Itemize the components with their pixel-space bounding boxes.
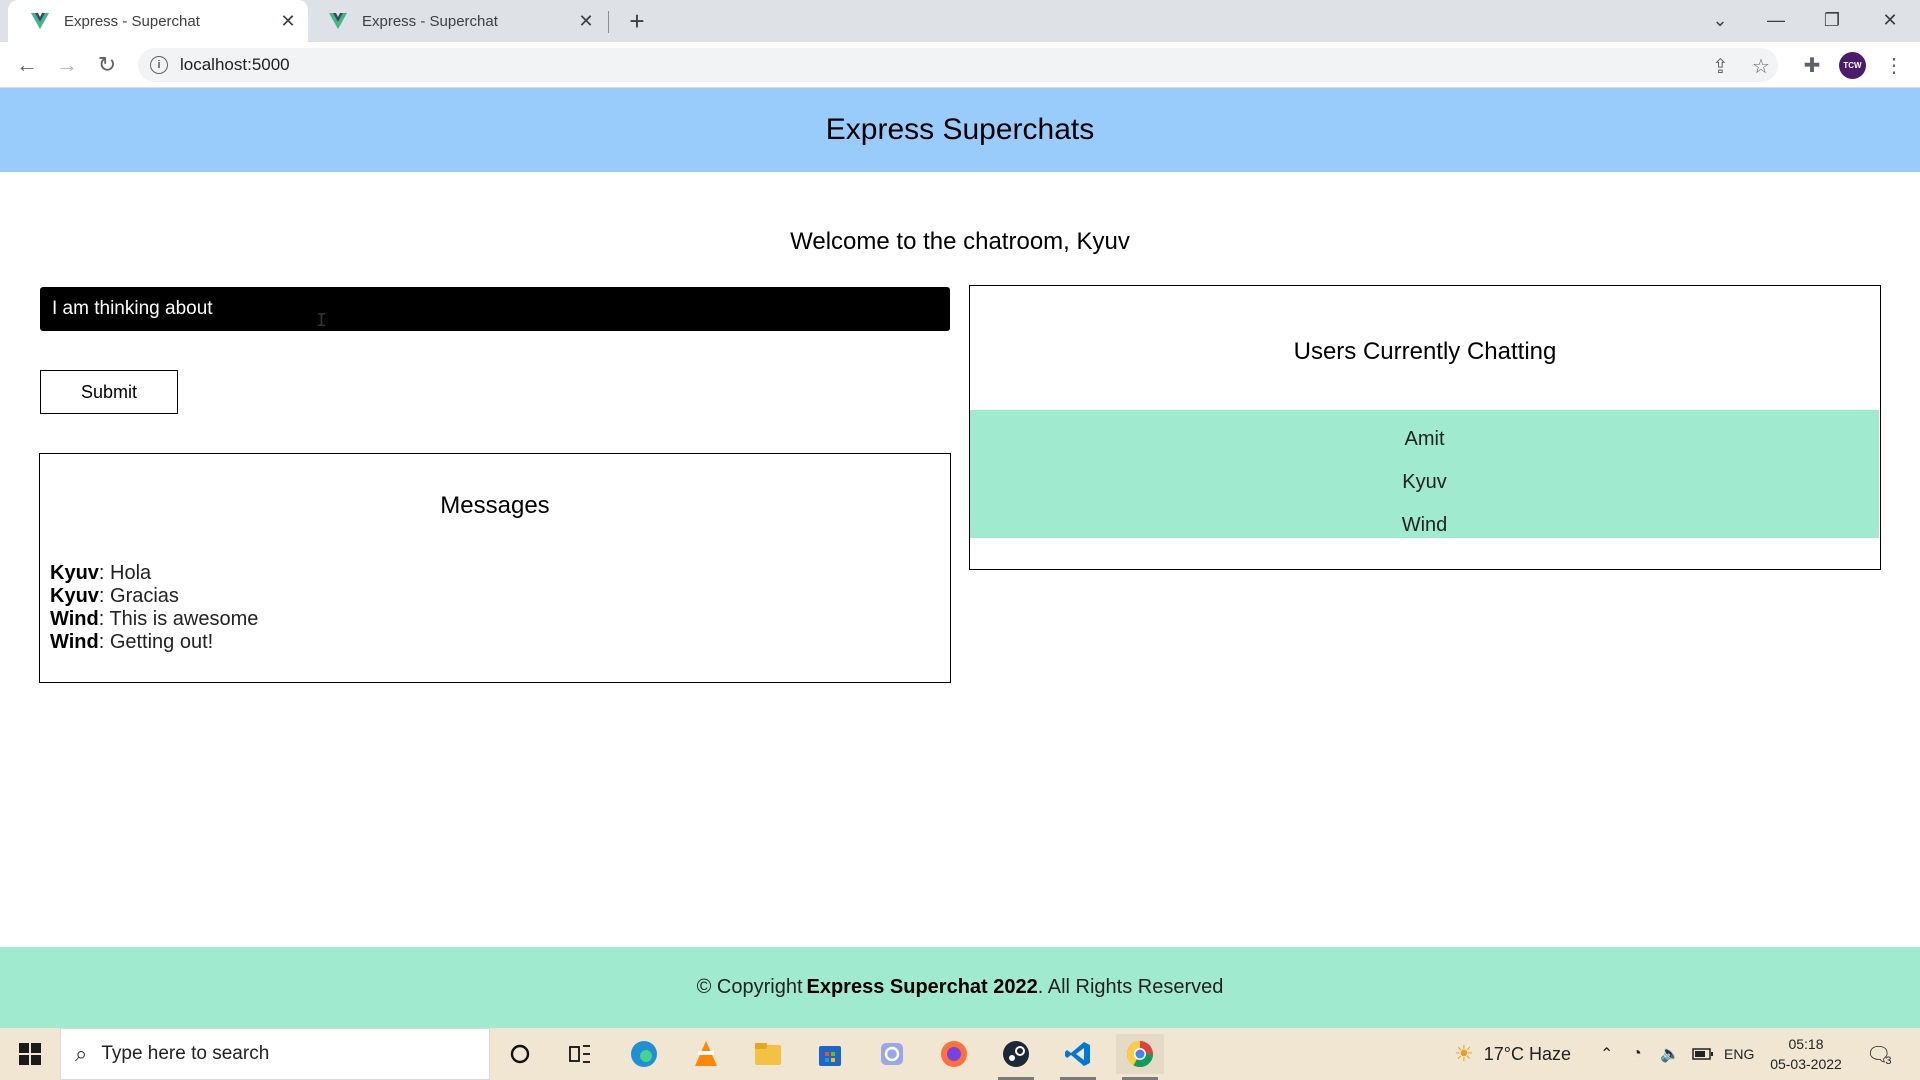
submit-button[interactable]: Submit xyxy=(40,370,178,414)
tab-title: Express - Superchat xyxy=(362,12,498,30)
message-text: : This is awesome xyxy=(98,608,259,630)
volume-icon[interactable]: 🔈 xyxy=(1660,1028,1680,1080)
welcome-text: Welcome to the chatroom, Kyuv xyxy=(790,228,1130,255)
clock-date: 05-03-2022 xyxy=(1770,1056,1842,1072)
steam-icon[interactable] xyxy=(992,1034,1040,1080)
weather-widget[interactable]: ☀ 17°C Haze xyxy=(1454,1028,1571,1080)
user-list: Amit Kyuv Wind xyxy=(970,410,1879,538)
notification-count: 3 xyxy=(1885,1055,1892,1067)
taskbar-search-box[interactable]: ⌕ Type here to search xyxy=(60,1028,490,1080)
firefox-icon[interactable] xyxy=(930,1034,978,1074)
message-item: Kyuv: Gracias xyxy=(50,585,258,608)
file-explorer-icon[interactable] xyxy=(744,1034,792,1074)
vscode-icon[interactable] xyxy=(1054,1034,1102,1080)
task-view-icon[interactable] xyxy=(556,1034,604,1074)
message-item: Kyuv: Hola xyxy=(50,562,258,585)
chrome-menu-icon[interactable]: ⋮ xyxy=(1880,51,1908,79)
browser-toolbar: ← → ↻ i localhost:5000 ⇪ ☆ ✚ TCW ⋮ xyxy=(0,42,1920,88)
weather-text: 17°C Haze xyxy=(1483,1043,1571,1064)
back-icon[interactable]: ← xyxy=(12,50,42,80)
chrome-icon[interactable] xyxy=(1116,1034,1164,1080)
message-author: Kyuv xyxy=(50,585,99,607)
url-text[interactable]: localhost:5000 xyxy=(180,55,290,75)
share-icon[interactable]: ⇪ xyxy=(1712,54,1729,79)
restore-icon[interactable]: ❐ xyxy=(1804,0,1860,40)
message-author: Wind xyxy=(50,631,99,653)
cortana-icon[interactable] xyxy=(496,1034,544,1074)
footer-prefix: © Copyright xyxy=(696,976,803,998)
site-info-icon[interactable]: i xyxy=(150,56,168,74)
input-language[interactable]: ENG xyxy=(1724,1028,1754,1080)
user-item: Amit xyxy=(1404,428,1445,450)
profile-avatar[interactable]: TCW xyxy=(1839,52,1866,79)
site-title: Express Superchats xyxy=(825,113,1095,146)
show-hidden-icons-chevron-icon[interactable]: ⌃ xyxy=(1600,1028,1613,1080)
bookmark-star-icon[interactable]: ☆ xyxy=(1752,54,1770,79)
address-bar[interactable]: i localhost:5000 ⇪ ☆ xyxy=(138,48,1778,82)
message-author: Kyuv xyxy=(50,562,99,584)
tab-close-icon[interactable]: ✕ xyxy=(274,7,302,35)
message-author: Wind xyxy=(50,608,99,630)
system-clock[interactable]: 05:18 05-03-2022 xyxy=(1764,1034,1848,1074)
user-item: Wind xyxy=(1401,514,1448,536)
reload-icon[interactable]: ↻ xyxy=(92,50,122,80)
store-icon[interactable] xyxy=(806,1034,854,1074)
browser-tab-1[interactable]: Express - Superchat ✕ xyxy=(8,0,308,42)
messages-panel: Messages Kyuv: Hola Kyuv: Gracias Wind: … xyxy=(39,453,951,683)
user-item: Kyuv xyxy=(1402,471,1447,493)
footer-brand: Express Superchat 2022 xyxy=(806,976,1038,998)
browser-tab-2[interactable]: Express - Superchat ✕ xyxy=(306,0,606,42)
site-footer: © Copyright Express Superchat 2022 . All… xyxy=(0,947,1920,1028)
message-item: Wind: Getting out! xyxy=(50,631,258,654)
tab-close-icon[interactable]: ✕ xyxy=(572,7,600,35)
extensions-puzzle-icon[interactable]: ✚ xyxy=(1798,51,1826,79)
browser-tab-bar: Express - Superchat ✕ Express - Supercha… xyxy=(0,0,1920,42)
vlc-icon[interactable] xyxy=(682,1034,730,1074)
close-window-icon[interactable]: ✕ xyxy=(1862,0,1918,40)
windows-taskbar: ⌕ Type here to search ☀ 17°C Haze ⌃ ◔ 🔈 … xyxy=(0,1028,1920,1080)
message-text: : Gracias xyxy=(98,585,179,607)
network-icon[interactable]: ◔ xyxy=(1632,1028,1642,1080)
search-icon: ⌕ xyxy=(75,1041,88,1066)
search-placeholder: Type here to search xyxy=(101,1043,270,1064)
edge-icon[interactable] xyxy=(620,1034,668,1074)
clock-time: 05:18 xyxy=(1788,1036,1824,1052)
vue-favicon-icon xyxy=(30,11,50,31)
tab-separator xyxy=(608,11,609,33)
users-panel: Users Currently Chatting Amit Kyuv Wind xyxy=(969,285,1881,570)
messages-title: Messages xyxy=(440,492,550,519)
windows-start-icon[interactable] xyxy=(0,1028,60,1080)
new-tab-icon[interactable]: + xyxy=(622,6,652,36)
screenshot-app-icon[interactable] xyxy=(868,1034,916,1074)
message-item: Wind: This is awesome xyxy=(50,608,258,631)
users-title: Users Currently Chatting xyxy=(1293,338,1557,365)
message-input[interactable] xyxy=(40,287,950,331)
message-list: Kyuv: Hola Kyuv: Gracias Wind: This is a… xyxy=(50,562,258,654)
text-cursor-icon: I xyxy=(316,310,327,331)
weather-haze-icon: ☀ xyxy=(1454,1041,1474,1066)
footer-suffix: . All Rights Reserved xyxy=(1037,976,1224,998)
forward-icon[interactable]: → xyxy=(52,50,82,80)
tab-title: Express - Superchat xyxy=(64,12,200,30)
tab-search-chevron-icon[interactable]: ⌄ xyxy=(1692,0,1748,40)
vue-favicon-icon xyxy=(328,11,348,31)
notification-center-icon[interactable]: 🗨 3 xyxy=(1866,1028,1892,1080)
minimize-icon[interactable]: — xyxy=(1748,0,1804,40)
page-content: Express Superchats Welcome to the chatro… xyxy=(0,88,1920,1028)
battery-icon[interactable] xyxy=(1692,1028,1714,1080)
message-text: : Hola xyxy=(98,562,152,584)
message-text: : Getting out! xyxy=(98,631,214,653)
site-header: Express Superchats xyxy=(0,88,1920,172)
